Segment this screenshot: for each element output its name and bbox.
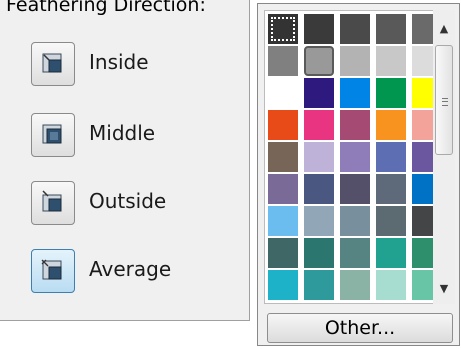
color-swatch[interactable] xyxy=(340,206,370,236)
color-swatch[interactable] xyxy=(304,174,334,204)
feather-outside-icon xyxy=(42,190,62,212)
color-swatch[interactable] xyxy=(268,270,298,300)
color-swatch[interactable] xyxy=(268,174,298,204)
color-swatch[interactable] xyxy=(340,46,370,76)
color-swatch[interactable] xyxy=(340,78,370,108)
feather-inside-icon xyxy=(42,53,62,73)
color-swatch-grid xyxy=(264,10,446,304)
color-swatch[interactable] xyxy=(268,78,298,108)
scroll-thumb[interactable] xyxy=(435,45,453,155)
palette-scrollbar[interactable]: ▲ ▼ xyxy=(433,10,455,304)
color-swatch[interactable] xyxy=(376,14,406,44)
panel-title: Feathering Direction: xyxy=(6,0,206,16)
inside-button[interactable] xyxy=(31,42,75,86)
color-swatch[interactable] xyxy=(304,14,334,44)
other-color-button[interactable]: Other... xyxy=(267,313,453,343)
color-swatch[interactable] xyxy=(340,270,370,300)
color-swatch[interactable] xyxy=(376,78,406,108)
color-swatch[interactable] xyxy=(376,174,406,204)
color-swatch[interactable] xyxy=(304,46,334,76)
color-swatch[interactable] xyxy=(304,142,334,172)
option-label: Middle xyxy=(89,121,156,145)
color-swatch[interactable] xyxy=(376,142,406,172)
color-swatch[interactable] xyxy=(376,46,406,76)
color-swatch[interactable] xyxy=(340,238,370,268)
scroll-down-icon[interactable]: ▼ xyxy=(433,278,455,300)
color-swatch[interactable] xyxy=(304,206,334,236)
option-label: Outside xyxy=(89,189,167,213)
color-swatch[interactable] xyxy=(268,206,298,236)
feather-average-icon xyxy=(41,259,62,280)
feather-middle-icon xyxy=(42,124,62,144)
middle-button[interactable] xyxy=(31,113,75,157)
grip-icon xyxy=(442,98,448,106)
color-swatch[interactable] xyxy=(340,110,370,140)
color-swatch[interactable] xyxy=(376,270,406,300)
color-swatch[interactable] xyxy=(268,238,298,268)
color-swatch[interactable] xyxy=(340,174,370,204)
outside-button[interactable] xyxy=(31,181,75,225)
color-swatch[interactable] xyxy=(376,110,406,140)
color-swatch[interactable] xyxy=(376,238,406,268)
color-swatch[interactable] xyxy=(304,110,334,140)
color-swatch[interactable] xyxy=(268,14,298,44)
color-swatch[interactable] xyxy=(304,270,334,300)
color-swatch[interactable] xyxy=(340,14,370,44)
option-label: Inside xyxy=(89,50,149,74)
feathering-panel: Feathering Direction: Inside Middle Outs… xyxy=(0,0,250,321)
color-swatch[interactable] xyxy=(268,46,298,76)
color-swatch[interactable] xyxy=(304,238,334,268)
average-button[interactable] xyxy=(31,249,75,293)
color-swatch[interactable] xyxy=(340,142,370,172)
color-swatch[interactable] xyxy=(268,110,298,140)
scroll-up-icon[interactable]: ▲ xyxy=(433,18,455,40)
color-swatch[interactable] xyxy=(304,78,334,108)
option-label: Average xyxy=(89,257,172,281)
color-swatch[interactable] xyxy=(376,206,406,236)
color-swatch[interactable] xyxy=(268,142,298,172)
